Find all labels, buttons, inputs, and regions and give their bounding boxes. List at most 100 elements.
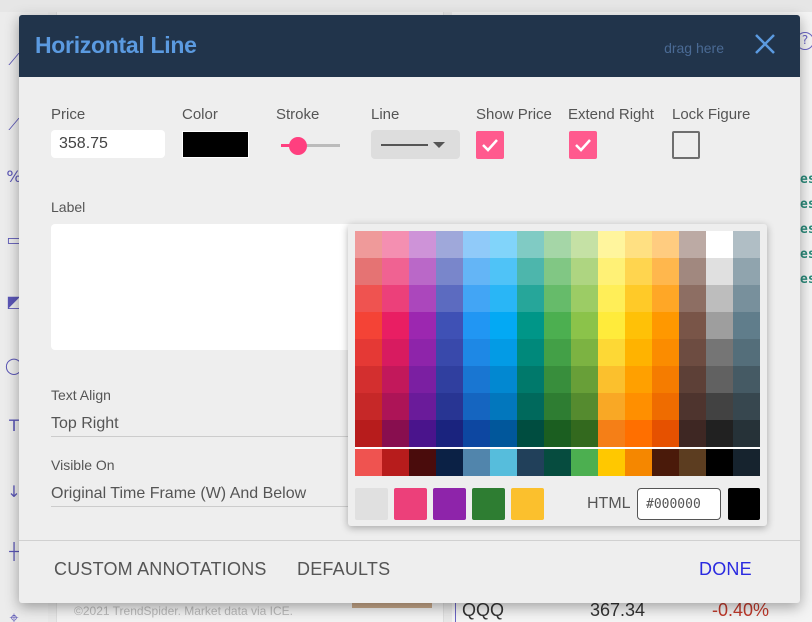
palette-color-cell[interactable] <box>706 231 733 258</box>
palette-color-cell[interactable] <box>355 366 382 393</box>
palette-color-cell[interactable] <box>490 285 517 312</box>
palette-color-cell[interactable] <box>571 231 598 258</box>
extend-right-checkbox[interactable] <box>569 131 597 159</box>
palette-color-cell[interactable] <box>517 449 544 476</box>
crosshair-icon[interactable]: ⌖ <box>4 608 24 622</box>
palette-color-cell[interactable] <box>436 312 463 339</box>
palette-color-cell[interactable] <box>598 449 625 476</box>
palette-color-cell[interactable] <box>490 231 517 258</box>
palette-color-cell[interactable] <box>409 366 436 393</box>
recent-color-swatch[interactable] <box>511 488 544 520</box>
lock-figure-checkbox[interactable] <box>672 131 700 159</box>
palette-color-cell[interactable] <box>733 366 760 393</box>
palette-color-cell[interactable] <box>571 339 598 366</box>
palette-color-cell[interactable] <box>652 420 679 447</box>
palette-color-cell[interactable] <box>679 420 706 447</box>
palette-color-cell[interactable] <box>544 285 571 312</box>
close-button[interactable] <box>752 31 778 57</box>
palette-color-cell[interactable] <box>517 258 544 285</box>
palette-color-cell[interactable] <box>436 231 463 258</box>
palette-color-cell[interactable] <box>436 449 463 476</box>
palette-color-cell[interactable] <box>409 231 436 258</box>
palette-color-cell[interactable] <box>625 449 652 476</box>
palette-color-cell[interactable] <box>490 366 517 393</box>
palette-color-cell[interactable] <box>355 312 382 339</box>
stroke-slider-handle[interactable] <box>289 137 307 155</box>
palette-color-cell[interactable] <box>544 258 571 285</box>
palette-color-cell[interactable] <box>679 449 706 476</box>
recent-color-swatch[interactable] <box>394 488 427 520</box>
palette-color-cell[interactable] <box>733 312 760 339</box>
palette-color-cell[interactable] <box>517 339 544 366</box>
palette-color-cell[interactable] <box>679 258 706 285</box>
dialog-header[interactable]: Horizontal Line drag here <box>19 15 800 77</box>
palette-color-cell[interactable] <box>544 366 571 393</box>
recent-color-swatch[interactable] <box>433 488 466 520</box>
palette-color-cell[interactable] <box>652 366 679 393</box>
palette-color-cell[interactable] <box>733 231 760 258</box>
palette-color-cell[interactable] <box>544 393 571 420</box>
visible-on-select[interactable]: Original Time Frame (W) And Below <box>51 485 361 507</box>
palette-color-cell[interactable] <box>517 231 544 258</box>
palette-color-cell[interactable] <box>679 339 706 366</box>
palette-color-cell[interactable] <box>544 312 571 339</box>
palette-color-cell[interactable] <box>652 258 679 285</box>
palette-color-cell[interactable] <box>490 393 517 420</box>
palette-color-cell[interactable] <box>355 231 382 258</box>
done-button[interactable]: DONE <box>699 559 752 580</box>
palette-color-cell[interactable] <box>625 393 652 420</box>
palette-color-cell[interactable] <box>571 449 598 476</box>
palette-color-cell[interactable] <box>382 339 409 366</box>
palette-color-cell[interactable] <box>463 339 490 366</box>
palette-color-cell[interactable] <box>598 258 625 285</box>
palette-color-cell[interactable] <box>517 312 544 339</box>
palette-color-cell[interactable] <box>706 366 733 393</box>
palette-color-cell[interactable] <box>598 366 625 393</box>
palette-color-cell[interactable] <box>598 393 625 420</box>
palette-color-cell[interactable] <box>625 231 652 258</box>
palette-color-cell[interactable] <box>436 393 463 420</box>
palette-color-cell[interactable] <box>463 231 490 258</box>
palette-color-cell[interactable] <box>490 449 517 476</box>
palette-color-cell[interactable] <box>733 420 760 447</box>
palette-color-cell[interactable] <box>652 393 679 420</box>
palette-color-cell[interactable] <box>382 312 409 339</box>
palette-color-cell[interactable] <box>625 339 652 366</box>
html-color-input[interactable] <box>637 488 721 520</box>
palette-color-cell[interactable] <box>598 285 625 312</box>
palette-color-cell[interactable] <box>382 393 409 420</box>
palette-color-cell[interactable] <box>706 393 733 420</box>
palette-color-cell[interactable] <box>409 285 436 312</box>
palette-color-cell[interactable] <box>355 420 382 447</box>
palette-color-cell[interactable] <box>463 393 490 420</box>
palette-color-cell[interactable] <box>625 312 652 339</box>
palette-color-cell[interactable] <box>490 339 517 366</box>
palette-color-cell[interactable] <box>598 420 625 447</box>
palette-color-cell[interactable] <box>463 449 490 476</box>
palette-color-cell[interactable] <box>409 312 436 339</box>
palette-color-cell[interactable] <box>598 312 625 339</box>
palette-color-cell[interactable] <box>463 420 490 447</box>
palette-color-cell[interactable] <box>652 449 679 476</box>
palette-color-cell[interactable] <box>355 339 382 366</box>
palette-color-cell[interactable] <box>733 449 760 476</box>
palette-color-cell[interactable] <box>355 285 382 312</box>
palette-color-cell[interactable] <box>355 449 382 476</box>
palette-color-cell[interactable] <box>625 285 652 312</box>
palette-color-cell[interactable] <box>436 285 463 312</box>
palette-color-cell[interactable] <box>409 258 436 285</box>
palette-color-cell[interactable] <box>463 312 490 339</box>
ticker-symbol[interactable]: QQQ <box>462 600 504 621</box>
palette-color-cell[interactable] <box>517 285 544 312</box>
palette-color-cell[interactable] <box>544 339 571 366</box>
palette-color-cell[interactable] <box>571 312 598 339</box>
palette-color-cell[interactable] <box>409 339 436 366</box>
palette-color-cell[interactable] <box>382 449 409 476</box>
palette-color-cell[interactable] <box>679 285 706 312</box>
palette-color-cell[interactable] <box>679 366 706 393</box>
palette-color-cell[interactable] <box>679 312 706 339</box>
palette-color-cell[interactable] <box>490 258 517 285</box>
show-price-checkbox[interactable] <box>476 131 504 159</box>
palette-color-cell[interactable] <box>598 339 625 366</box>
palette-color-cell[interactable] <box>382 285 409 312</box>
